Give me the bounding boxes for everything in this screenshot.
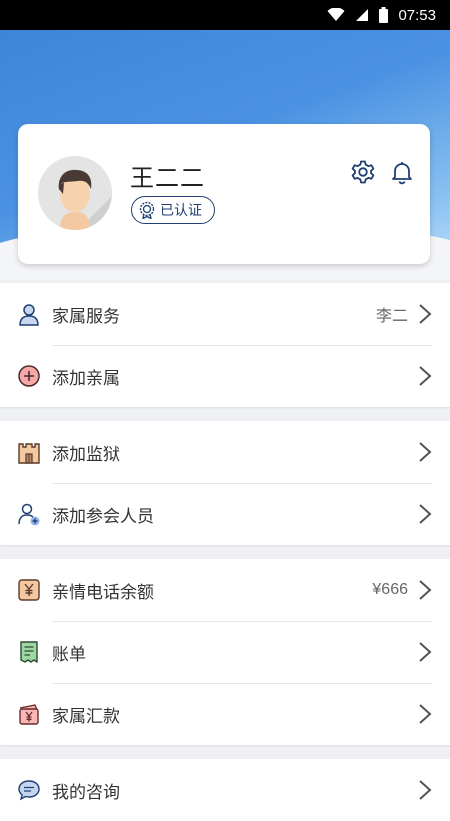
prison-tower-icon	[18, 443, 40, 464]
chevron-right-icon	[419, 366, 432, 386]
menu-label: 账单	[52, 644, 86, 664]
chevron-right-icon	[419, 642, 432, 662]
chevron-right-icon	[419, 780, 432, 800]
profile-card[interactable]: 王二二 已认证	[18, 124, 430, 264]
chevron-right-icon	[419, 704, 432, 724]
user-name: 王二二	[130, 165, 205, 192]
battery-icon	[379, 7, 389, 23]
yuan-balance-icon	[18, 579, 40, 601]
wifi-icon	[327, 8, 345, 21]
chevron-right-icon	[419, 304, 432, 324]
add-person-icon	[18, 503, 40, 526]
certificate-icon	[139, 201, 155, 219]
section-family: 家属服务 李二 添加亲属	[0, 283, 450, 407]
menu-value: ¥666	[372, 581, 408, 598]
chevron-right-icon	[419, 504, 432, 524]
menu-item-my-consultation[interactable]: 我的咨询	[0, 759, 450, 821]
menu-label: 我的咨询	[52, 782, 120, 802]
menu-label: 家属服务	[52, 306, 120, 326]
menu-item-add-relative[interactable]: 添加亲属	[0, 345, 450, 407]
menu-item-family-service[interactable]: 家属服务 李二	[0, 283, 450, 345]
section-prison: 添加监狱 添加参会人员	[0, 421, 450, 545]
avatar[interactable]	[38, 156, 112, 230]
menu-label: 亲情电话余额	[52, 582, 154, 602]
chevron-right-icon	[419, 442, 432, 462]
menu-item-family-remittance[interactable]: 家属汇款	[0, 683, 450, 745]
menu-item-bill[interactable]: 账单	[0, 621, 450, 683]
section-consult: 我的咨询	[0, 759, 450, 821]
menu-item-add-prison[interactable]: 添加监狱	[0, 421, 450, 483]
menu-item-phone-balance[interactable]: 亲情电话余额 ¥666	[0, 559, 450, 621]
bill-document-icon	[20, 641, 38, 663]
settings-gear-icon[interactable]	[350, 159, 376, 185]
menu-value: 李二	[375, 308, 408, 325]
status-bar: 07:53	[0, 0, 450, 30]
menu-label: 添加亲属	[52, 368, 120, 388]
cell-signal-icon	[356, 9, 369, 21]
person-icon	[19, 304, 39, 326]
chat-bubble-icon	[18, 780, 40, 801]
status-time: 07:53	[398, 6, 436, 24]
chevron-right-icon	[419, 580, 432, 600]
menu-item-add-participant[interactable]: 添加参会人员	[0, 483, 450, 545]
notification-bell-icon[interactable]	[389, 159, 415, 185]
verified-label: 已认证	[160, 202, 202, 218]
section-finance: 亲情电话余额 ¥666 账单 家属汇款	[0, 559, 450, 745]
menu-label: 添加监狱	[52, 444, 120, 464]
remittance-icon	[19, 704, 39, 725]
menu-label: 家属汇款	[52, 706, 120, 726]
add-circle-icon	[18, 365, 40, 387]
verified-badge: 已认证	[131, 196, 215, 224]
menu-label: 添加参会人员	[52, 506, 154, 526]
